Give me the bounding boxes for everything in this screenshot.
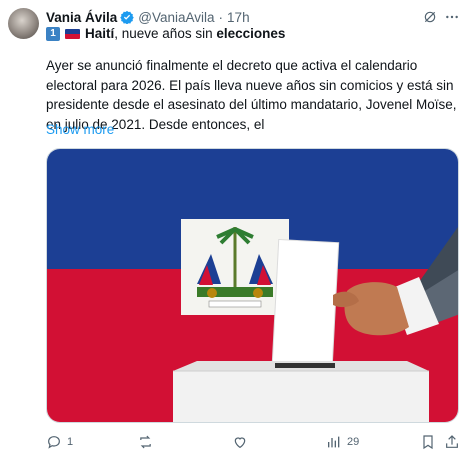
- headline-middle: , nueve años sin: [114, 26, 217, 41]
- headline-country: Haití: [85, 26, 115, 41]
- post-image[interactable]: [46, 148, 459, 423]
- verified-icon: [120, 10, 135, 24]
- post-header: Vania Ávila @VaniaAvila · 17h: [46, 8, 250, 26]
- more-icon[interactable]: [443, 8, 461, 26]
- views-button[interactable]: 29: [326, 434, 359, 450]
- share-button[interactable]: [444, 434, 460, 450]
- like-button[interactable]: [232, 434, 253, 450]
- reply-button[interactable]: 1: [46, 434, 73, 450]
- ballot-box: [173, 371, 429, 422]
- author-name[interactable]: Vania Ávila: [46, 10, 117, 25]
- views-icon: [328, 436, 340, 448]
- views-count: 29: [347, 436, 360, 448]
- bookmark-button[interactable]: [420, 434, 436, 450]
- separator-dot: ·: [218, 9, 224, 25]
- headline-bold: elecciones: [216, 26, 286, 41]
- grok-icon[interactable]: [421, 8, 439, 26]
- repost-icon: [140, 435, 151, 449]
- post-headline: 1 Haití, nueve años sin elecciones: [46, 26, 285, 41]
- avatar[interactable]: [8, 8, 39, 39]
- like-icon: [234, 437, 246, 449]
- repost-button[interactable]: [137, 434, 159, 450]
- author-handle[interactable]: @VaniaAvila: [138, 10, 214, 25]
- reply-count: 1: [67, 436, 74, 448]
- post-time[interactable]: 17h: [227, 10, 250, 25]
- election-image: [47, 149, 458, 422]
- share-icon: [446, 435, 458, 448]
- number-badge: 1: [46, 26, 60, 41]
- bookmark-icon: [423, 435, 433, 450]
- show-more-link[interactable]: Show more: [46, 122, 114, 137]
- haiti-flag-icon: [65, 28, 80, 39]
- reply-icon: [48, 436, 60, 449]
